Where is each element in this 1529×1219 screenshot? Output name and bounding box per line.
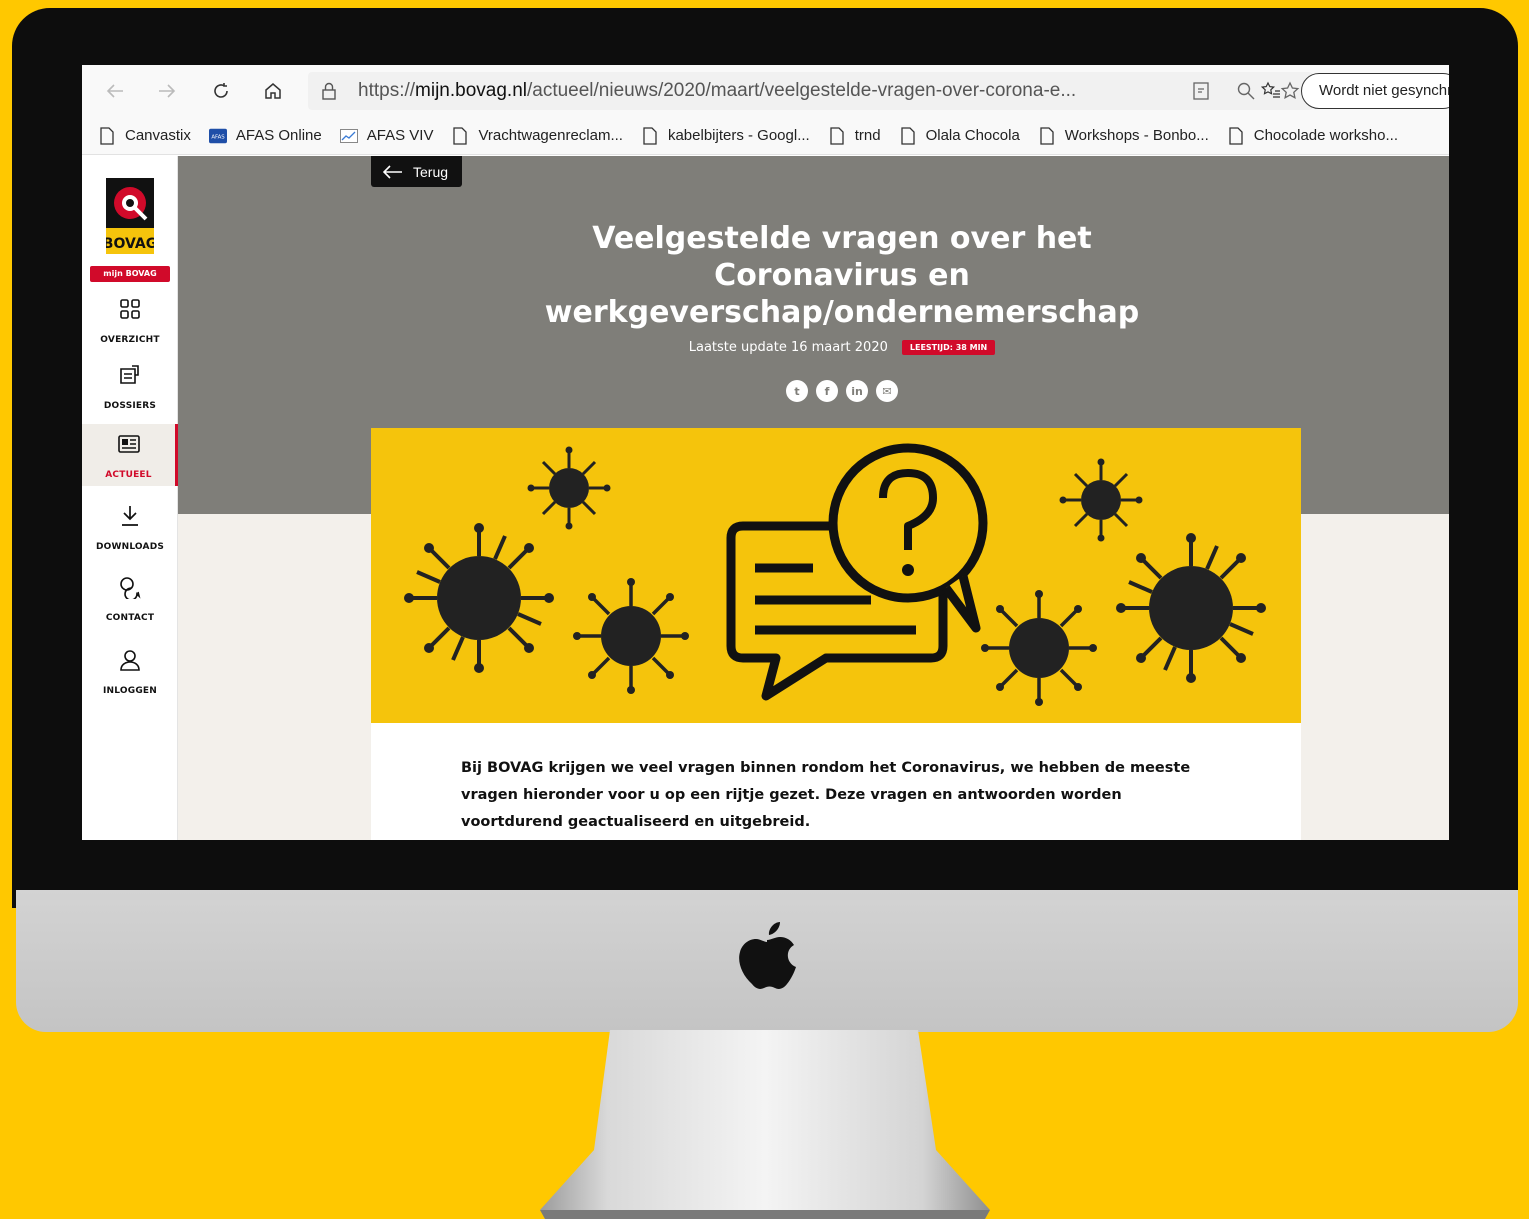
chart-icon — [339, 127, 358, 145]
page-title: Veelgestelde vragen over het Coronavirus… — [544, 221, 1140, 330]
bookmark-label: Vrachtwagenreclam... — [478, 127, 623, 144]
page-icon — [899, 126, 917, 145]
question-dot — [902, 564, 914, 576]
linkedin-icon[interactable]: in — [846, 380, 868, 402]
forward-arrow-icon[interactable] — [154, 78, 180, 104]
download-icon — [122, 506, 138, 526]
read-time-badge: LEESTIJD: 38 MIN — [901, 340, 996, 355]
lock-icon — [322, 82, 336, 100]
url-text: https://mijn.bovag.nl/actueel/nieuws/202… — [358, 80, 1077, 101]
browser-toolbar: https://mijn.bovag.nl/actueel/nieuws/202… — [82, 65, 1449, 117]
sidebar-item-downloads[interactable]: DOWNLOADS — [82, 496, 178, 558]
sidebar-item-inloggen[interactable]: INLOGGEN — [82, 640, 178, 702]
bookmark-label: trnd — [854, 127, 881, 144]
bookmark-label: Workshops - Bonbo... — [1064, 127, 1209, 144]
bookmark-chocolade-workshop[interactable]: Chocolade worksho... — [1227, 126, 1398, 145]
page-icon — [828, 126, 846, 145]
grid-icon — [120, 299, 140, 319]
nav-label: INLOGGEN — [102, 686, 157, 696]
favorites-list-icon[interactable] — [1258, 78, 1284, 104]
virus-icon — [573, 578, 689, 694]
refresh-icon[interactable] — [208, 78, 234, 104]
article-banner-illustration — [371, 428, 1301, 723]
bookmark-label: kabelbijters - Googl... — [667, 127, 810, 144]
address-bar[interactable]: https://mijn.bovag.nl/actueel/nieuws/202… — [308, 72, 1313, 110]
nav-label: OVERZICHT — [100, 335, 160, 345]
chat-icon — [120, 577, 141, 599]
page-icon — [451, 126, 469, 145]
nav-label: DOWNLOADS — [95, 542, 165, 552]
page-icon — [1227, 126, 1245, 145]
mail-icon[interactable]: ✉ — [876, 380, 898, 402]
facebook-icon[interactable]: f — [816, 380, 838, 402]
bookmark-olala-chocola[interactable]: Olala Chocola — [899, 126, 1020, 145]
bookmark-label: Olala Chocola — [925, 127, 1020, 144]
share-buttons: t f in ✉ — [522, 380, 1162, 402]
sidebar-item-contact[interactable]: CONTACT — [82, 567, 178, 629]
back-arrow-icon[interactable] — [102, 78, 128, 104]
back-button[interactable]: Terug — [371, 156, 462, 187]
last-updated: Laatste update 16 maart 2020 — [688, 340, 888, 355]
svg-text:AFAS: AFAS — [211, 134, 225, 140]
virus-icon — [981, 590, 1097, 706]
bookmark-kabelbijters[interactable]: kabelbijters - Googl... — [641, 126, 810, 145]
site-sidebar: BOVAG mijn BOVAG OVERZICHT DOSSIERS ACTU… — [82, 156, 178, 840]
back-label: Terug — [413, 163, 449, 180]
article-meta: Laatste update 16 maart 2020 LEESTIJD: 3… — [522, 340, 1162, 355]
user-icon — [120, 650, 140, 671]
twitter-icon[interactable]: t — [786, 380, 808, 402]
page-icon — [1038, 126, 1056, 145]
read-aloud-icon[interactable] — [1191, 80, 1213, 102]
browser-window: https://mijn.bovag.nl/actueel/nieuws/202… — [82, 65, 1449, 840]
sidebar-item-dossiers[interactable]: DOSSIERS — [82, 355, 178, 417]
sidebar-item-actueel[interactable]: ACTUEEL — [82, 424, 178, 486]
article-intro: Bij BOVAG krijgen we veel vragen binnen … — [461, 760, 1191, 830]
svg-text:BOVAG: BOVAG — [106, 236, 154, 252]
sync-button[interactable]: Wordt niet gesynchr — [1301, 73, 1449, 109]
page-icon — [641, 126, 659, 145]
page-icon — [98, 126, 116, 145]
news-icon — [117, 435, 140, 453]
article-body: Bij BOVAG krijgen we veel vragen binnen … — [371, 723, 1301, 840]
bookmarks-bar: Canvastix AFAS AFAS Online AFAS VIV Vrac… — [82, 117, 1449, 155]
mijn-bovag-badge[interactable]: mijn BOVAG — [90, 266, 170, 282]
address-bar-actions — [1191, 80, 1301, 102]
bookmark-label: Canvastix — [125, 127, 191, 144]
bovag-logo[interactable]: BOVAG — [106, 178, 154, 254]
nav-label: ACTUEEL — [105, 470, 152, 480]
bookmark-vrachtwagenreclame[interactable]: Vrachtwagenreclam... — [451, 126, 623, 145]
bookmark-afas-viv[interactable]: AFAS VIV — [339, 127, 434, 145]
bookmark-trnd[interactable]: trnd — [828, 126, 881, 145]
bookmark-label: AFAS VIV — [366, 127, 434, 144]
back-arrow-icon — [383, 164, 402, 179]
virus-icon — [1116, 533, 1266, 683]
bookmark-workshops[interactable]: Workshops - Bonbo... — [1038, 126, 1209, 145]
apple-logo-icon — [739, 922, 796, 989]
afas-icon: AFAS — [208, 127, 227, 145]
zoom-icon[interactable] — [1235, 80, 1257, 102]
home-icon[interactable] — [260, 78, 286, 104]
nav-label: CONTACT — [105, 613, 155, 623]
dossier-icon — [120, 365, 139, 384]
article-page: Terug Veelgestelde vragen over het Coron… — [178, 156, 1449, 840]
monitor-stand — [540, 1030, 990, 1219]
bookmark-label: Chocolade worksho... — [1253, 127, 1398, 144]
virus-icon — [404, 523, 554, 673]
bookmark-afas-online[interactable]: AFAS AFAS Online — [208, 127, 322, 145]
bookmark-canvastix[interactable]: Canvastix — [98, 126, 191, 145]
bookmark-label: AFAS Online — [235, 127, 322, 144]
nav-label: DOSSIERS — [103, 401, 157, 411]
sidebar-item-overzicht[interactable]: OVERZICHT — [82, 289, 178, 351]
